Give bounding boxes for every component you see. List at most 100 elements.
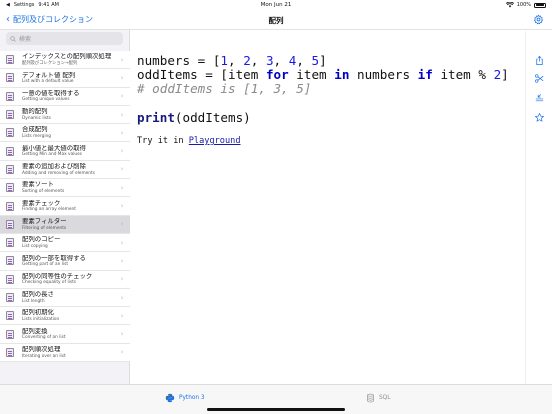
- item-subtitle: Lists merging: [22, 134, 52, 140]
- status-bar: ◀ Settings 9:41 AM Mon Jun 21 100%: [0, 0, 552, 10]
- code-keyword: if: [417, 67, 433, 83]
- document-icon: [6, 128, 14, 138]
- item-subtitle: List with a default value: [22, 79, 74, 85]
- document-icon: [6, 146, 14, 156]
- code-keyword: for: [265, 67, 289, 83]
- database-icon: [367, 393, 374, 403]
- code-comment: # oddItems is [1, 3, 5]: [137, 81, 312, 97]
- item-subtitle: Checking equality of lists: [22, 280, 76, 286]
- item-subtitle: Getting Min and Max values: [22, 152, 83, 158]
- chevron-right-icon: ›: [120, 110, 124, 119]
- chevron-right-icon: ›: [120, 238, 124, 247]
- list-item[interactable]: デフォルト値 配列 List with a default value ›: [0, 69, 130, 88]
- python-icon: [165, 393, 175, 403]
- sidebar: 検索 インデックスとの配列順次処理 配列及びコレクション→配列 › デフォルト値 …: [0, 30, 130, 384]
- chevron-right-icon: ›: [120, 275, 124, 284]
- list-item[interactable]: 配列のコピー List copying ›: [0, 233, 130, 253]
- document-icon: [6, 201, 14, 211]
- chevron-right-icon: ›: [120, 330, 124, 339]
- item-subtitle: Dynamic lists: [22, 115, 51, 121]
- item-title: 配列のコピー: [22, 236, 61, 244]
- item-subtitle: Lists initialization: [22, 317, 60, 322]
- code-number: 2: [243, 53, 251, 68]
- scissors-icon[interactable]: [534, 73, 545, 84]
- item-title: 要素ソート: [22, 181, 54, 189]
- item-subtitle: Getting unique values: [22, 97, 70, 103]
- list-item[interactable]: インデックスとの配列順次処理 配列及びコレクション→配列 ›: [0, 51, 130, 70]
- document-icon: [6, 219, 14, 229]
- document-icon: [6, 110, 14, 120]
- search-icon: [10, 35, 16, 42]
- playground-link[interactable]: Playground: [189, 136, 241, 146]
- item-title: インデックスとの配列順次処理: [22, 53, 112, 61]
- home-indicator[interactable]: [207, 408, 345, 411]
- page-title: 配列: [268, 16, 284, 25]
- document-icon: [6, 293, 14, 302]
- item-subtitle: Finding an array element: [22, 207, 76, 213]
- list-item-selected[interactable]: 要素フィルター Filtering of elements ›: [0, 215, 130, 234]
- item-subtitle: Sorting of elements: [22, 188, 65, 194]
- list-item[interactable]: 最小値と最大値の取得 Getting Min and Max values ›: [0, 142, 130, 161]
- item-title: 配列初期化: [22, 309, 54, 317]
- topic-list: インデックスとの配列順次処理 配列及びコレクション→配列 › デフォルト値 配列 L…: [0, 51, 130, 363]
- gear-icon[interactable]: [533, 14, 544, 25]
- tool-strip: [525, 31, 552, 384]
- star-icon[interactable]: [534, 112, 545, 123]
- code-number: 5: [311, 53, 320, 68]
- document-icon: [6, 329, 14, 339]
- document-icon: [6, 274, 14, 284]
- code-builtin: print: [137, 109, 175, 125]
- try-it-label: Try it in: [137, 136, 189, 146]
- list-item[interactable]: 配列の同等性のチェック Checking equality of lists ›: [0, 270, 130, 289]
- document-icon: [6, 55, 14, 65]
- share-icon[interactable]: [534, 55, 545, 66]
- item-subtitle: List length: [22, 298, 45, 304]
- item-title: 要素フィルター: [22, 217, 67, 225]
- document-icon: [6, 183, 14, 193]
- tab-sql[interactable]: SQL: [366, 393, 390, 403]
- code-number: 4: [288, 53, 297, 68]
- document-icon: [6, 164, 14, 174]
- code-var: numbers: [137, 53, 191, 68]
- item-subtitle: Getting part of an list: [22, 262, 69, 268]
- list-item[interactable]: 要素チェック Finding an array element ›: [0, 197, 130, 216]
- list-item[interactable]: 配列の一部を取得する Getting part of an list ›: [0, 252, 130, 271]
- chevron-right-icon: ›: [120, 128, 124, 137]
- item-subtitle: Filtering of elements: [22, 225, 67, 231]
- list-item[interactable]: 一意の値を取得する Getting unique values ›: [0, 87, 130, 106]
- list-item[interactable]: 配列変換 Converting of an list ›: [0, 325, 130, 344]
- chevron-right-icon: ›: [120, 92, 124, 101]
- collapse-icon[interactable]: [534, 93, 545, 104]
- tab-bar: Python 3 SQL: [0, 384, 552, 414]
- list-item[interactable]: 合成配列 Lists merging ›: [0, 124, 130, 143]
- item-subtitle: Iterating over an list: [22, 353, 66, 359]
- list-item[interactable]: 配列順次処理 Iterating over an list ›: [0, 343, 130, 363]
- chevron-right-icon: ›: [120, 311, 124, 320]
- item-subtitle: Adding and removing of elements: [22, 170, 95, 176]
- document-icon: [6, 256, 14, 266]
- chevron-right-icon: ›: [120, 55, 124, 64]
- item-title: 配列の一部を取得する: [22, 254, 86, 262]
- list-item[interactable]: 動的配列 Dynamic lists ›: [0, 105, 130, 125]
- tab-python[interactable]: Python 3: [165, 393, 205, 403]
- status-date: Mon Jun 21: [260, 2, 292, 8]
- code-view: numbers = [1, 2, 3, 4, 5] oddItems = [it…: [131, 31, 525, 384]
- chevron-right-icon: ›: [120, 147, 124, 156]
- item-subtitle: List copying: [22, 243, 48, 249]
- item-subtitle: Converting of an list: [22, 335, 66, 341]
- list-item[interactable]: 要素ソート Sorting of elements ›: [0, 179, 130, 198]
- list-item[interactable]: 配列の長さ List length ›: [0, 288, 130, 308]
- chevron-right-icon: ›: [120, 165, 124, 174]
- chevron-right-icon: ›: [120, 348, 124, 357]
- search-field[interactable]: 検索: [6, 32, 123, 45]
- chevron-right-icon: ›: [120, 202, 124, 211]
- chevron-right-icon: ›: [120, 220, 124, 229]
- document-icon: [6, 73, 14, 83]
- tab-python-label: Python 3: [179, 395, 205, 401]
- list-item[interactable]: 要素の追加および削除 Adding and removing of element…: [0, 160, 130, 180]
- search-placeholder: 検索: [19, 36, 32, 43]
- list-item[interactable]: 配列初期化 Lists initialization ›: [0, 307, 130, 326]
- item-title: デフォルト値 配列: [22, 71, 76, 79]
- try-it-line: Try it in Playground: [137, 136, 241, 146]
- item-title: 合成配列: [22, 126, 48, 134]
